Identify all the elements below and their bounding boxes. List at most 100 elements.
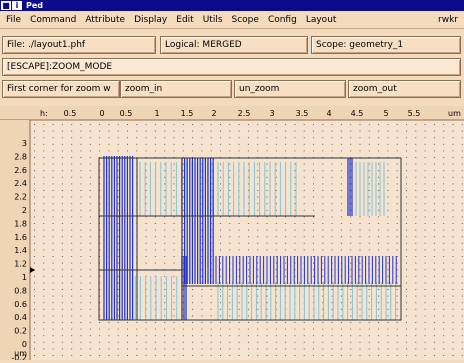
grid-dot [238,341,240,343]
window-close-icon[interactable]: i [12,1,22,10]
grid-dot [340,150,342,152]
grid-dot [154,150,156,152]
menu-utils[interactable]: Utils [203,15,223,25]
grid-dot [182,328,184,330]
grid-dot [303,130,305,132]
grid-dot [266,302,268,304]
grid-dot [359,143,361,145]
grid-dot [210,302,212,304]
grid-dot [433,229,435,231]
grid-dot [164,308,166,310]
grid-dot [340,130,342,132]
grid-dot [433,249,435,251]
grid-dot [266,242,268,244]
grid-dot [396,229,398,231]
grid-dot [182,335,184,337]
menu-file[interactable]: File [6,15,21,25]
grid-dot [359,335,361,337]
grid-dot [303,236,305,238]
menu-scope[interactable]: Scope [232,15,259,25]
grid-dot [415,170,417,172]
grid-dot [443,157,445,158]
grid-dot [34,289,35,290]
grid-dot [257,190,259,191]
grid-dot [350,262,352,264]
menu-command[interactable]: Command [30,15,76,25]
grid-dot [294,183,296,185]
grid-dot [359,262,361,264]
grid-dot [350,269,352,271]
menu-display[interactable]: Display [134,15,167,25]
grid-dot [210,335,212,337]
grid-dot [89,143,91,145]
grid-dot [331,216,333,218]
grid-dot [80,335,82,337]
grid-dot [229,183,231,185]
grid-dot [99,137,101,139]
grid-dot [220,348,221,350]
zoom-in-button[interactable]: zoom_in [120,80,232,98]
grid-dot [117,203,119,205]
grid-dot [154,229,156,231]
grid-dot [99,143,101,145]
x-tick-label: 0 [99,109,104,118]
grid-dot [424,176,426,178]
grid-dot [61,242,63,244]
grid-dot [452,203,454,205]
grid-dot [415,130,417,132]
grid-dot [359,150,361,152]
un-zoom-button[interactable]: un_zoom [234,80,346,98]
layout-canvas[interactable]: h: 0.5 0 0.5 1 1.5 2 2.5 3 3.5 4 4.5 5 5.5 um 3 2.8 2.6 2… [0,106,464,362]
grid-dot [136,335,138,337]
grid-dot [340,163,342,165]
grid-dot [61,269,63,271]
command-line-input[interactable]: [ESCAPE]:ZOOM_MODE [2,58,461,76]
grid-dot [275,269,277,271]
grid-dot [313,143,314,145]
grid-dot [433,124,435,125]
zoom-out-button[interactable]: zoom_out [348,80,461,98]
grid-dot [285,216,287,218]
grid-dot [433,137,435,139]
grid-dot [220,216,221,218]
window-menu-icon[interactable]: ■ [1,1,11,10]
grid-dot [452,322,454,323]
grid-dot [359,216,361,218]
grid-dot [89,355,91,356]
grid-dot [461,124,463,125]
grid-dot [71,170,73,172]
grid-dot [164,216,166,218]
layout-view[interactable]: h: 0.5 0 0.5 1 1.5 2 2.5 3 3.5 4 4.5 5 5.5 um 3 2.8 2.6 2… [0,106,464,362]
grid-dot [340,308,342,310]
grid-dot [164,275,166,277]
grid-dot [201,143,203,145]
grid-dot [350,295,352,297]
grid-dot [461,236,463,238]
grid-dot [89,229,91,231]
grid-dot [461,176,463,178]
grid-dot [461,203,463,205]
menu-layout[interactable]: Layout [306,15,337,25]
grid-dot [257,256,259,257]
grid-dot [220,249,221,251]
menu-config[interactable]: Config [268,15,297,25]
grid-dot [452,289,454,290]
menu-edit[interactable]: Edit [176,15,193,25]
grid-dot [322,209,324,211]
grid-dot [220,335,221,337]
grid-dot [461,249,463,251]
grid-dot [80,282,82,284]
grid-dot [238,315,240,317]
grid-dot [127,150,128,152]
grid-dot [220,190,221,191]
grid-dot [266,308,268,310]
grid-dot [192,315,194,317]
grid-dot [340,295,342,297]
x-ruler-unit: um [448,109,461,118]
grid-dot [350,229,352,231]
grid-dot [387,229,389,231]
menu-attribute[interactable]: Attribute [85,15,125,25]
grid-dot [52,170,54,172]
grid-dot [275,216,277,218]
grid-dot [285,242,287,244]
